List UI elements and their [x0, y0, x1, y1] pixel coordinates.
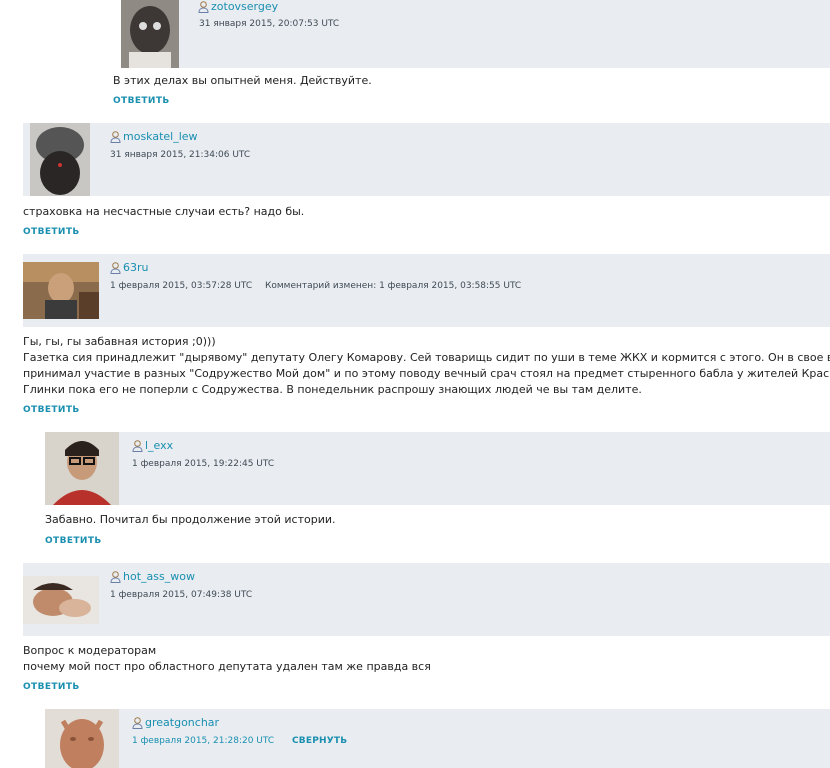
comment-date[interactable]: 1 февраля 2015, 19:22:45 UTC — [132, 459, 274, 469]
comment-date[interactable]: 1 февраля 2015, 03:57:28 UTC — [110, 281, 252, 291]
comment-line: В этих делах вы опытней меня. Действуйте… — [113, 74, 372, 87]
username[interactable]: l_exx — [145, 439, 173, 452]
username[interactable]: zotovsergey — [211, 0, 278, 13]
user-icon — [110, 130, 121, 143]
avatar[interactable] — [23, 262, 99, 319]
comment-date[interactable]: 1 февраля 2015, 21:28:20 UTC — [132, 736, 274, 746]
user-icon — [132, 439, 143, 452]
avatar[interactable] — [45, 432, 119, 505]
username[interactable]: greatgonchar — [145, 716, 219, 729]
username-link[interactable]: moskatel_lew — [110, 130, 198, 143]
comment-line: страховка на несчастные случаи есть? над… — [23, 205, 305, 218]
collapse-button[interactable]: СВЕРНУТЬ — [292, 736, 347, 746]
username-link[interactable]: greatgonchar — [132, 716, 219, 729]
comment-line: Вопрос к модераторам — [23, 644, 157, 657]
avatar[interactable] — [30, 123, 90, 196]
comment-date[interactable]: 1 февраля 2015, 07:49:38 UTC — [110, 590, 252, 600]
reply-button[interactable]: ОТВЕТИТЬ — [113, 96, 170, 106]
avatar[interactable] — [45, 709, 119, 768]
edited-note: Комментарий изменен: 1 февраля 2015, 03:… — [265, 281, 522, 291]
reply-button[interactable]: ОТВЕТИТЬ — [45, 536, 102, 546]
comment-text: В этих делах вы опытней меня. Действуйте… — [113, 73, 372, 89]
username-link[interactable]: 63ru — [110, 261, 149, 274]
username[interactable]: hot_ass_wow — [123, 570, 195, 583]
username[interactable]: 63ru — [123, 261, 149, 274]
comment-text: Вопрос к модераторам почему мой пост про… — [23, 643, 431, 675]
comment-line: принимал участие в разных "Содружество М… — [23, 367, 830, 380]
user-icon — [110, 261, 121, 274]
username[interactable]: moskatel_lew — [123, 130, 198, 143]
comment-text: страховка на несчастные случаи есть? над… — [23, 204, 304, 220]
reply-button[interactable]: ОТВЕТИТЬ — [23, 227, 80, 237]
username-link[interactable]: hot_ass_wow — [110, 570, 195, 583]
user-icon — [110, 570, 121, 583]
avatar[interactable] — [23, 576, 99, 624]
comment-date[interactable]: 31 января 2015, 20:07:53 UTC — [199, 19, 339, 29]
comment-line: Забавно. Почитал бы продолжение этой ист… — [45, 513, 336, 526]
comment-date[interactable]: 31 января 2015, 21:34:06 UTC — [110, 150, 250, 160]
user-icon — [198, 0, 209, 13]
comment-line: Глинки пока его не поперли с Содружества… — [23, 383, 642, 396]
reply-button[interactable]: ОТВЕТИТЬ — [23, 405, 80, 415]
comment-line: Гы, гы, гы забавная история ;0))) — [23, 335, 216, 348]
comment-text: Гы, гы, гы забавная история ;0))) Газетк… — [23, 334, 830, 398]
username-link[interactable]: l_exx — [132, 439, 173, 452]
reply-button[interactable]: ОТВЕТИТЬ — [23, 682, 80, 692]
comment-text: Забавно. Почитал бы продолжение этой ист… — [45, 512, 336, 528]
comment-line: почему мой пост про областного депутата … — [23, 660, 431, 673]
username-link[interactable]: zotovsergey — [198, 0, 278, 13]
user-icon — [132, 716, 143, 729]
avatar[interactable] — [121, 0, 179, 68]
comment-line: Газетка сия принадлежит "дырявому" депут… — [23, 351, 830, 364]
